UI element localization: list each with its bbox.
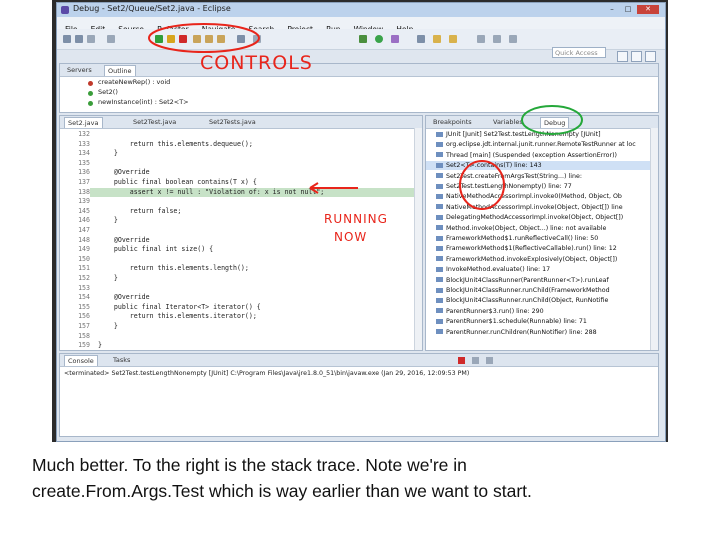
caption-line-2: create.From.Args.Test which is way earli… [32, 481, 532, 501]
screenshot: Debug - Set2/Queue/Set2.java - Eclipse –… [52, 0, 668, 442]
running-annotation: RUNNING [324, 212, 388, 226]
now-annotation: NOW [334, 230, 368, 244]
debug-tab-circle [521, 105, 583, 135]
controls-annotation: CONTROLS [200, 52, 313, 74]
stack-frames-circle [459, 160, 505, 210]
controls-circle [148, 23, 260, 53]
caption-line-1: Much better. To the right is the stack t… [32, 455, 467, 475]
slide-caption: Much better. To the right is the stack t… [32, 452, 692, 504]
